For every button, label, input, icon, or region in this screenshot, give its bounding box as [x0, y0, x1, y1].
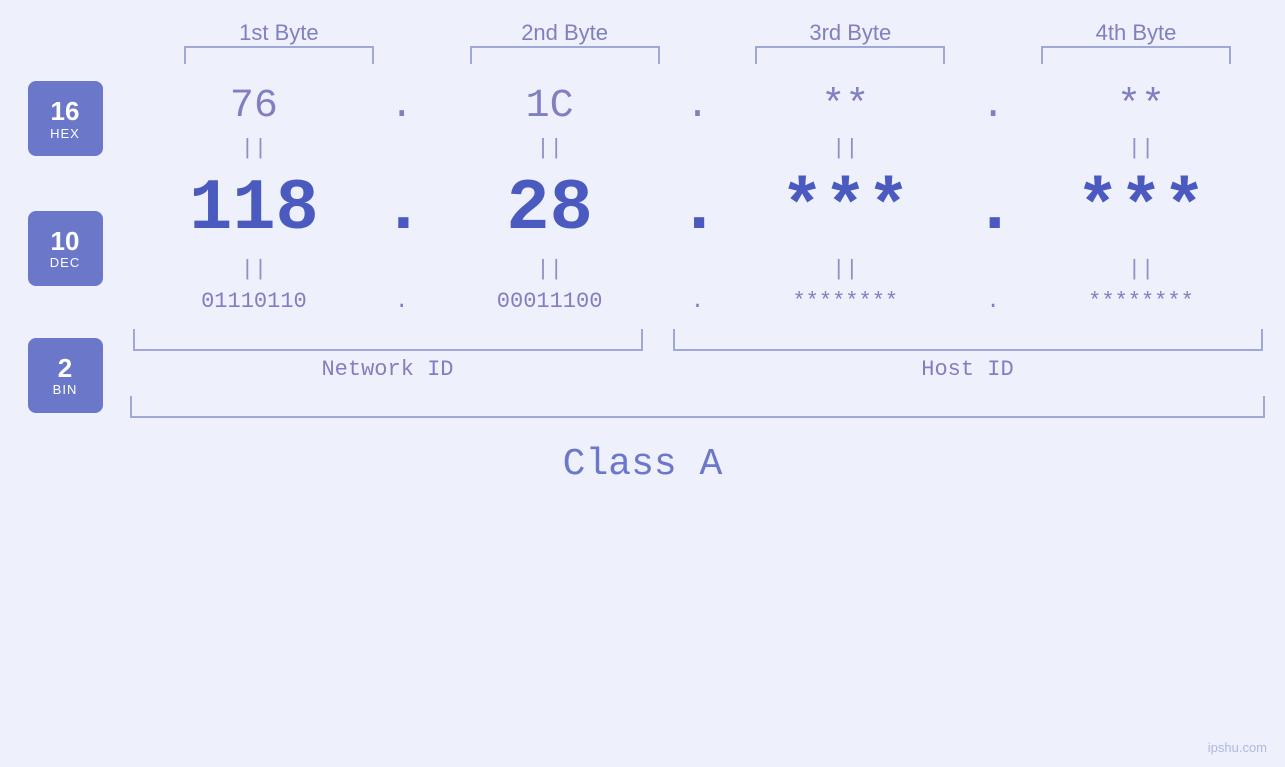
byte-label-3: 3rd Byte	[730, 20, 970, 64]
bracket-top-4	[1041, 46, 1231, 64]
network-bracket	[133, 329, 643, 351]
hex-cell-3: **	[725, 84, 965, 129]
equals-row-1: || || || ||	[130, 134, 1265, 163]
bin-sep-1: .	[382, 289, 422, 314]
byte-labels-row: 1st Byte 2nd Byte 3rd Byte 4th Byte	[158, 20, 1258, 64]
hex-sep-2: .	[677, 84, 717, 129]
bin-sep-3: .	[973, 289, 1013, 314]
host-bracket	[673, 329, 1263, 351]
dec-cell-2: 28	[430, 168, 670, 250]
bin-badge: 2 BIN	[28, 338, 103, 413]
bin-sep-2: .	[677, 289, 717, 314]
bin-cell-3: ********	[725, 289, 965, 314]
bracket-top-3	[755, 46, 945, 64]
eq2-3: ||	[725, 257, 965, 282]
eq1-3: ||	[725, 136, 965, 161]
class-label: Class A	[563, 443, 723, 486]
bin-cell-1: 01110110	[134, 289, 374, 314]
hex-badge: 16 HEX	[28, 81, 103, 156]
byte-label-1: 1st Byte	[159, 20, 399, 64]
class-label-container: Class A	[0, 428, 1285, 486]
dec-row: 118 . 28 . *** . ***	[130, 163, 1265, 255]
host-id-label: Host ID	[673, 357, 1263, 382]
dec-sep-3: .	[973, 168, 1013, 250]
dec-badge: 10 DEC	[28, 211, 103, 286]
bin-cell-2: 00011100	[430, 289, 670, 314]
bottom-brackets	[130, 329, 1265, 351]
id-labels-row: Network ID Host ID	[130, 357, 1265, 382]
base-indicators: 16 HEX 10 DEC 2 BIN	[0, 74, 130, 418]
equals-row-2: || || || ||	[130, 255, 1265, 284]
hex-sep-1: .	[382, 84, 422, 129]
byte-label-4: 4th Byte	[1016, 20, 1256, 64]
dec-cell-3: ***	[725, 168, 965, 250]
dec-sep-1: .	[382, 168, 422, 250]
bin-cell-4: ********	[1021, 289, 1261, 314]
eq1-2: ||	[430, 136, 670, 161]
network-id-label: Network ID	[133, 357, 643, 382]
watermark: ipshu.com	[1208, 740, 1267, 755]
byte-label-2: 2nd Byte	[445, 20, 685, 64]
eq2-2: ||	[430, 257, 670, 282]
hex-cell-1: 76	[134, 84, 374, 129]
bin-row: 01110110 . 00011100 . ******** . *******…	[130, 284, 1265, 324]
hex-cell-2: 1C	[430, 84, 670, 129]
bracket-top-1	[184, 46, 374, 64]
main-container: 1st Byte 2nd Byte 3rd Byte 4th Byte 16 H	[0, 0, 1285, 767]
eq1-1: ||	[134, 136, 374, 161]
dec-sep-2: .	[677, 168, 717, 250]
dec-cell-4: ***	[1021, 168, 1261, 250]
dec-cell-1: 118	[134, 168, 374, 250]
eq2-4: ||	[1021, 257, 1261, 282]
eq1-4: ||	[1021, 136, 1261, 161]
eq2-1: ||	[134, 257, 374, 282]
hex-sep-3: .	[973, 84, 1013, 129]
bracket-top-2	[470, 46, 660, 64]
hex-row: 76 . 1C . ** . **	[130, 74, 1265, 134]
hex-cell-4: **	[1021, 84, 1261, 129]
overall-bracket	[130, 396, 1265, 418]
